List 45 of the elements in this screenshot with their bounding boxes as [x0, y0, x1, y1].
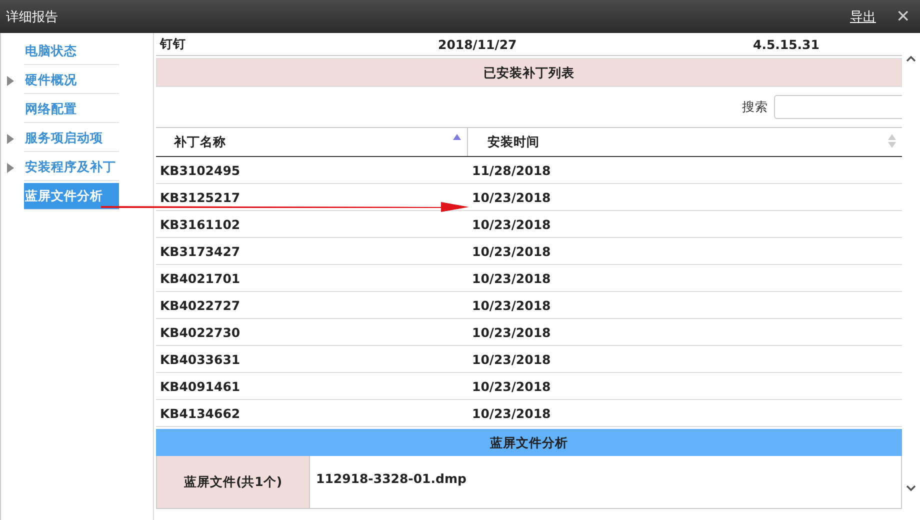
row-label: 蓝屏文件(共1个) — [157, 456, 310, 508]
export-link[interactable]: 导出 — [850, 8, 876, 26]
table-cell: 10/23/2018 — [472, 298, 551, 312]
section-header: 已安装补丁列表 — [156, 58, 902, 87]
sidebar-item[interactable]: 电脑状态 — [24, 38, 119, 65]
table-cell: 10/23/2018 — [472, 352, 551, 366]
close-button[interactable]: ✕ — [896, 6, 910, 27]
table-cell: KB4033631 — [160, 352, 240, 366]
sidebar-item[interactable]: 网络配置 — [24, 96, 119, 123]
expand-arrow-icon[interactable] — [7, 162, 14, 172]
sidebar-item[interactable]: 蓝屏文件分析 — [24, 183, 119, 210]
table-cell: 10/23/2018 — [472, 406, 551, 420]
table-cell: KB3125217 — [160, 190, 240, 204]
search-label: 搜索 — [742, 98, 768, 116]
table-cell: KB4091461 — [160, 378, 240, 394]
table-cell: KB3173427 — [160, 244, 240, 258]
column-header[interactable]: 安装时间 — [467, 128, 902, 156]
table-cell: 11/28/2018 — [472, 162, 551, 178]
scroll-up-icon[interactable] — [906, 55, 916, 62]
expand-arrow-icon[interactable] — [7, 134, 14, 144]
table-cell: KB4134662 — [160, 406, 240, 420]
file-name: 112918-3328-01.dmp — [316, 471, 466, 486]
table-cell: KB3161102 — [160, 216, 240, 232]
scroll-down-icon[interactable] — [906, 485, 916, 492]
table-cell: 10/23/2018 — [472, 190, 551, 204]
search-field[interactable] — [774, 95, 902, 119]
table-cell: 10/23/2018 — [472, 378, 551, 394]
table-cell: 10/23/2018 — [472, 244, 551, 258]
table-cell: KB3102495 — [160, 162, 240, 178]
sidebar-item[interactable]: 硬件概况 — [24, 67, 119, 94]
table-cell-text: 2018/11/27 — [438, 36, 518, 52]
table-cell: KB4021701 — [160, 270, 240, 286]
expand-arrow-icon[interactable] — [7, 76, 14, 86]
sidebar-item[interactable]: 安装程序及补丁 — [24, 154, 119, 181]
sidebar-item[interactable]: 服务项启动项 — [24, 125, 119, 152]
table-cell: 4.5.15.31 — [753, 36, 820, 52]
table-cell: 10/23/2018 — [472, 270, 551, 286]
table-cell-text: 钉钉 — [158, 36, 187, 52]
table-cell: 10/23/2018 — [472, 324, 551, 340]
column-header[interactable]: 补丁名称 — [156, 128, 467, 156]
window-title: 详细报告 — [6, 8, 59, 26]
section-header: 蓝屏文件分析 — [156, 429, 902, 456]
table-cell: KB4022727 — [160, 298, 240, 312]
table-cell: KB4022730 — [160, 324, 240, 340]
table-cell: 10/23/2018 — [472, 216, 551, 232]
